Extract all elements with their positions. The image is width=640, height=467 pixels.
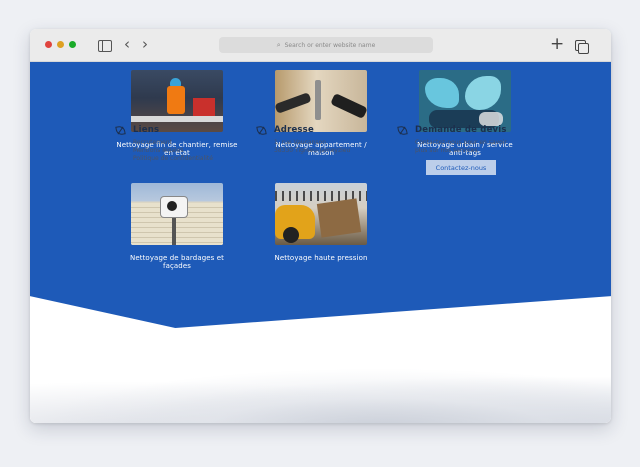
quote-text-line: plus sur nos services	[415, 147, 478, 154]
tab-overview-icon[interactable]	[575, 40, 589, 54]
footer-link-recrutement[interactable]: Recrutement	[133, 139, 213, 147]
footer-link-confidentialite[interactable]: Politique de confidentialité	[133, 155, 213, 163]
footer-quote-title: Demande de devis	[415, 125, 507, 135]
address-bar[interactable]: ⌕ Search or enter website name	[219, 37, 433, 53]
footer-links-column: Liens Recrutement Mentions légales Polit…	[115, 124, 213, 163]
footer-quote-column: Demande de devis Contactez-nous pour en …	[397, 124, 507, 155]
service-card-bardages[interactable]: Nettoyage de bardages et façades	[107, 183, 247, 270]
address-line: 1, rue Vaucanson	[274, 139, 326, 146]
service-image-haute-pression[interactable]	[275, 183, 367, 245]
site-footer	[30, 328, 611, 423]
contact-us-button[interactable]: Contactez-nous	[425, 159, 497, 176]
footer-links-title: Liens	[133, 125, 160, 135]
service-card-haute-pression[interactable]: Nettoyage haute pression	[251, 183, 391, 262]
sidebar-toggle-icon[interactable]	[98, 40, 112, 52]
zoom-window-button[interactable]	[69, 41, 76, 48]
service-title[interactable]: Nettoyage haute pression	[251, 254, 391, 262]
leaf-icon	[256, 124, 267, 136]
leaf-icon	[397, 124, 408, 136]
new-tab-icon[interactable]: +	[550, 35, 564, 53]
page-viewport[interactable]: Nettoyage fin de chantier, remise en éta…	[30, 62, 611, 423]
forward-icon[interactable]: ›	[142, 36, 148, 52]
close-window-button[interactable]	[45, 41, 52, 48]
leaf-icon	[115, 124, 126, 136]
back-icon[interactable]: ‹	[124, 36, 130, 52]
footer-address-title: Adresse	[274, 125, 314, 135]
footer-address-column: Adresse 1, rue Vaucanson 38330 Tignieu-J…	[256, 124, 351, 155]
footer-link-mentions-legales[interactable]: Mentions légales	[133, 147, 213, 155]
browser-window: ‹ › ⌕ Search or enter website name + Net…	[30, 29, 611, 423]
address-line: 38330 Tignieu-Jameyzieu	[274, 147, 351, 154]
search-icon: ⌕	[276, 40, 281, 49]
service-image-urbain[interactable]	[419, 70, 511, 132]
service-image-fin-de-chantier[interactable]	[131, 70, 223, 132]
quote-text-line: Contactez-nous pour en savoir	[415, 139, 507, 146]
service-title[interactable]: Nettoyage de bardages et façades	[107, 254, 247, 270]
browser-toolbar: ‹ › ⌕ Search or enter website name +	[30, 29, 611, 62]
service-image-appartement[interactable]	[275, 70, 367, 132]
address-placeholder: Search or enter website name	[284, 41, 376, 49]
water-splash-decoration	[30, 368, 611, 423]
minimize-window-button[interactable]	[57, 41, 64, 48]
service-image-bardages[interactable]	[131, 183, 223, 245]
